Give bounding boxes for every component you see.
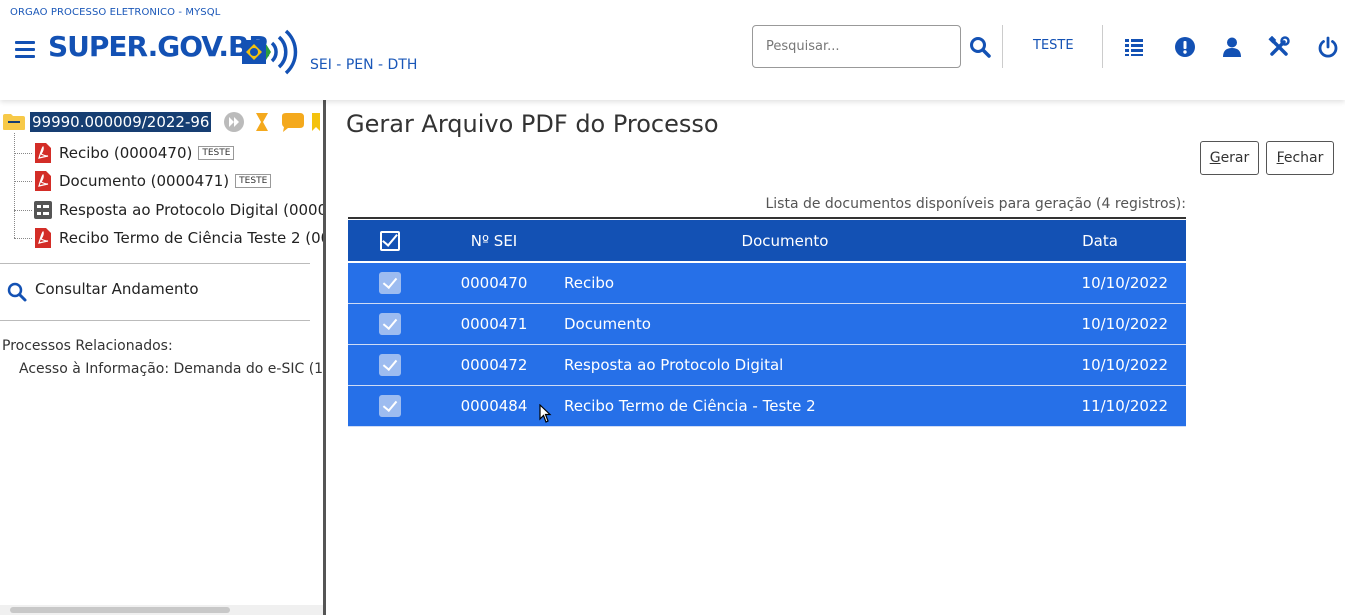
alert-icon[interactable] [1174, 36, 1196, 58]
horizontal-scrollbar[interactable] [0, 605, 323, 615]
tree-item-label[interactable]: Recibo (0000470) [59, 144, 192, 162]
row-num: 0000471 [432, 303, 556, 345]
user-unit-label[interactable]: TESTE [1033, 38, 1074, 53]
logo-text[interactable]: SUPER.GOV.BR [48, 30, 270, 63]
consult-progress-label[interactable]: Consultar Andamento [35, 280, 199, 298]
caption-divider [348, 217, 1186, 219]
table-header-row: Nº SEI Documento Data [348, 220, 1186, 263]
table-row[interactable]: 0000484 Recibo Termo de Ciência - Teste … [348, 385, 1186, 427]
search-icon [7, 282, 27, 302]
header-divider [1102, 25, 1103, 68]
tree-item-label[interactable]: Documento (0000471) [59, 172, 229, 190]
logo-icon [242, 29, 298, 75]
related-process-item[interactable]: Acesso à Informação: Demanda do e-SIC (1 [19, 361, 323, 377]
org-name: ORGAO PROCESSO ELETRONICO - MYSQL [10, 7, 221, 18]
row-checkbox[interactable] [379, 271, 401, 294]
table-caption: Lista de documentos disponíveis para ger… [765, 196, 1186, 212]
tree-item-badge: TESTE [198, 145, 235, 160]
column-header-document: Documento [556, 220, 1014, 263]
pdf-icon [35, 171, 51, 191]
header-divider [1002, 25, 1003, 68]
documents-table: Nº SEI Documento Data 0000470 Recibo 10/… [348, 220, 1186, 427]
row-document: Recibo [556, 262, 1014, 304]
folder-icon [3, 114, 25, 130]
row-checkbox[interactable] [379, 394, 401, 417]
top-header: ORGAO PROCESSO ELETRONICO - MYSQL SUPER.… [0, 0, 1345, 100]
row-date: 10/10/2022 [1014, 344, 1186, 386]
row-checkbox[interactable] [379, 353, 401, 376]
search-icon[interactable] [968, 35, 992, 59]
panel-divider [0, 263, 310, 264]
main-content: Gerar Arquivo PDF do Processo Gerar Fech… [329, 100, 1345, 615]
search-input[interactable] [752, 25, 961, 68]
tree-connector [14, 133, 15, 238]
pdf-icon [35, 228, 51, 248]
row-num: 0000470 [432, 262, 556, 304]
column-header-num: Nº SEI [432, 220, 556, 263]
page-title: Gerar Arquivo PDF do Processo [346, 110, 719, 138]
row-date: 11/10/2022 [1014, 385, 1186, 427]
tree-item-label[interactable]: Recibo Termo de Ciência Teste 2 (000 [59, 229, 323, 247]
tree-item-badge: TESTE [235, 173, 272, 188]
row-document: Resposta ao Protocolo Digital [556, 344, 1014, 386]
row-num: 0000472 [432, 344, 556, 386]
process-tree-panel: 99990.000009/2022-96 Recibo (0000470) TES… [0, 100, 323, 615]
table-row[interactable]: 0000472 Resposta ao Protocolo Digital 10… [348, 344, 1186, 386]
row-date: 10/10/2022 [1014, 262, 1186, 304]
menu-icon[interactable] [15, 41, 35, 59]
select-all-checkbox[interactable] [380, 230, 400, 251]
generate-button[interactable]: Gerar [1200, 141, 1259, 175]
process-status-icons [224, 112, 320, 132]
form-icon [34, 201, 52, 219]
user-icon[interactable] [1221, 36, 1243, 58]
row-document: Recibo Termo de Ciência - Teste 2 [556, 385, 1014, 427]
row-checkbox[interactable] [379, 312, 401, 335]
panel-divider [0, 320, 310, 321]
process-number[interactable]: 99990.000009/2022-96 [30, 112, 212, 132]
mouse-cursor-icon [539, 404, 552, 423]
row-num: 0000484 [432, 385, 556, 427]
row-date: 10/10/2022 [1014, 303, 1186, 345]
pdf-icon [35, 143, 51, 163]
table-row[interactable]: 0000470 Recibo 10/10/2022 [348, 262, 1186, 304]
table-row[interactable]: 0000471 Documento 10/10/2022 [348, 303, 1186, 345]
row-document: Documento [556, 303, 1014, 345]
close-button[interactable]: Fechar [1266, 141, 1334, 175]
system-subtitle: SEI - PEN - DTH [310, 57, 418, 73]
power-icon[interactable] [1317, 36, 1339, 58]
tools-icon[interactable] [1268, 36, 1290, 58]
tree-item-label[interactable]: Resposta ao Protocolo Digital (00004 [59, 201, 323, 219]
column-header-date: Data [1014, 220, 1186, 263]
related-processes-title: Processos Relacionados: [2, 338, 173, 354]
list-icon[interactable] [1123, 36, 1145, 58]
